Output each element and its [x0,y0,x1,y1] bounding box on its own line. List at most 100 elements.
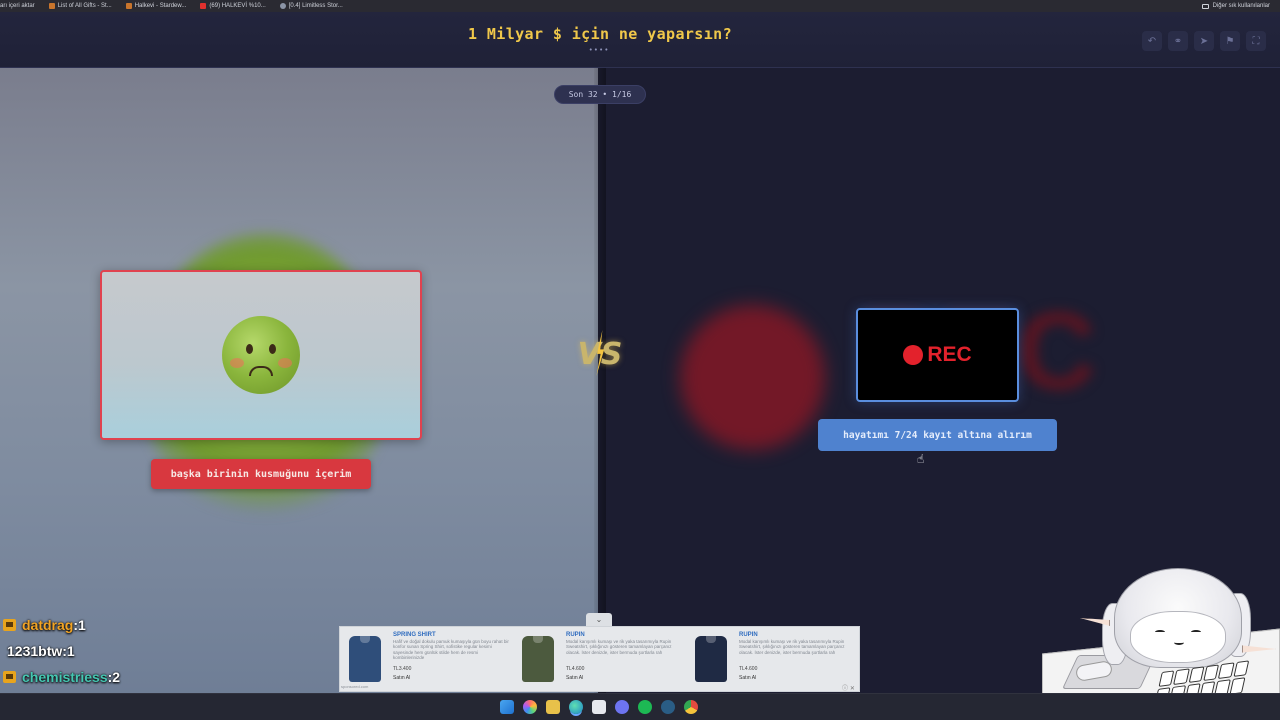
emoji-eye [269,344,276,354]
ad-banner: SPRING SHIRT Hafif ve doğal dokulu pamuk… [339,626,860,692]
header-toolbar: ↶ ⚭ ➤ ⚑ ⛶ [1142,31,1266,51]
ad-description: Modal karışımlı kumaşı ve rik yaka tasar… [739,639,845,655]
chat-count: 2 [112,669,121,685]
bookmark-youtube[interactable]: (69) HALKEVİ %10... [200,3,266,9]
chat-username: chemistriess [22,669,108,685]
discord-icon[interactable] [615,700,629,714]
chat-count: 1 [66,643,75,659]
versus-label: VS [577,336,623,372]
right-answer-button[interactable]: hayatımı 7/24 kayıt altına alırım [818,419,1057,451]
chat-message: chemistriess : 2 [0,664,120,690]
left-option-image-card[interactable] [100,270,422,440]
steam-icon[interactable] [661,700,675,714]
ad-product[interactable]: RUPIN Modal karışımlı kumaşı ve rik yaka… [513,627,686,691]
ad-description: Modal karışımlı kumaşı ve rik yaka tasar… [566,639,672,655]
chat-username: datdrag [22,617,74,633]
send-icon[interactable]: ➤ [1194,31,1214,51]
shirt-image [349,636,381,682]
store-icon[interactable] [592,700,606,714]
copilot-icon[interactable] [523,700,537,714]
rec-label: REC [927,343,972,366]
ad-price: TL4.600 [566,666,585,672]
bookmark-halkevi[interactable]: Halkevi - Stardew... [125,3,187,9]
other-bookmarks-label: Diğer sık kullanılanlar [1212,3,1270,9]
left-answer-button[interactable]: başka birinin kusmuğunu içerim [151,459,371,489]
ad-product-text: SPRING SHIRT Hafif ve doğal dokulu pamuk… [390,627,512,691]
chat-username: 1231btw [7,643,63,659]
bookmark-gifts[interactable]: List of All Gifts - St... [48,3,112,9]
folder-icon [1201,3,1209,9]
mascot-eye [1155,630,1165,634]
right-option-image-card[interactable]: REC [856,308,1019,402]
bookmark-import[interactable]: arı içeri aktar [0,3,35,9]
hand-cursor-icon: ☝ [917,452,925,466]
ad-product-text: RUPIN Modal karışımlı kumaşı ve rik yaka… [736,627,858,691]
product-thumbnail [686,627,736,691]
emoji-cheek [278,358,292,368]
taskbar-icons [500,700,698,714]
undo-icon[interactable]: ↶ [1142,31,1162,51]
windows-start-icon[interactable] [500,700,514,714]
ad-brand: SPRING SHIRT [393,632,436,638]
bookmark-label: (69) HALKEVİ %10... [209,3,266,9]
record-dot-icon [903,345,924,365]
nauseated-face-icon [222,316,300,394]
emoji-cheek [230,358,244,368]
other-bookmarks[interactable]: Diğer sık kullanılanlar [1201,0,1270,12]
ad-brand: RUPIN [566,632,585,638]
edge-icon[interactable] [569,700,583,714]
product-thumbnail [513,627,563,691]
bookmark-label: List of All Gifts - St... [57,3,112,9]
flag-icon[interactable]: ⚑ [1220,31,1240,51]
panel-divider [594,68,606,693]
bookmark-label: [0.4] Limitless Stor... [288,3,343,9]
ad-product[interactable]: RUPIN Modal karışımlı kumaşı ve rik yaka… [686,627,859,691]
chat-overlay: datdrag : 1 1231btw : 1 chemistriess : 2 [0,612,120,690]
bookmarks-bar: arı içeri aktar List of All Gifts - St..… [0,0,1280,12]
ad-product[interactable]: SPRING SHIRT Hafif ve doğal dokulu pamuk… [340,627,513,691]
crown-icon [3,619,16,631]
ad-buy-link[interactable]: Satın Al [739,675,855,681]
chat-count: 1 [78,617,86,633]
spotify-icon[interactable] [638,700,652,714]
page-header: 1 Milyar $ için ne yaparsın? •••• ↶ ⚭ ➤ … [0,12,1280,68]
fullscreen-icon[interactable]: ⛶ [1246,31,1266,51]
chrome-icon[interactable] [684,700,698,714]
title-dots: •••• [588,46,610,54]
page-title: 1 Milyar $ için ne yaparsın? [467,25,733,43]
gear-icon [279,3,286,9]
ad-brand: RUPIN [739,632,758,638]
bookmark-limitless[interactable]: [0.4] Limitless Stor... [279,3,343,9]
ad-buy-link[interactable]: Satın Al [393,675,509,681]
bookmark-label: Halkevi - Stardew... [134,3,187,9]
link-icon[interactable]: ⚭ [1168,31,1188,51]
ad-product-text: RUPIN Modal karışımlı kumaşı ve rik yaka… [563,627,685,691]
file-explorer-icon[interactable] [546,700,560,714]
app-window: arı içeri aktar List of All Gifts - St..… [0,0,1280,720]
shirt-image [695,636,727,682]
stardew-icon [125,3,132,9]
ad-price: TL3.400 [393,666,412,672]
progress-badge: Son 32 • 1/16 [554,85,646,104]
bookmark-label: arı içeri aktar [0,3,35,9]
mascot-face [1130,611,1226,663]
taskbar [0,693,1280,720]
product-thumbnail [340,627,390,691]
youtube-icon [200,3,207,9]
ad-buy-link[interactable]: Satın Al [566,675,682,681]
blurred-rec-dot-background [680,305,825,450]
ad-collapse-button[interactable]: ⌄ [586,613,612,626]
mascot-eye [1191,630,1201,634]
ad-price: TL4.600 [739,666,758,672]
chat-message: 1231btw : 1 [0,638,120,664]
ad-info-close-icon[interactable]: ⓘ ✕ [842,683,855,692]
shirt-image [522,636,554,682]
emoji-eye [246,344,253,354]
ad-description: Hafif ve doğal dokulu pamuk kumaşıyla gü… [393,639,509,661]
stardew-icon [48,3,55,9]
ad-source: sponsored.com [341,684,369,689]
crown-icon [3,671,16,683]
chat-message: datdrag : 1 [0,612,120,638]
mascot-mouth [1174,640,1184,645]
emoji-mouth [249,366,273,376]
